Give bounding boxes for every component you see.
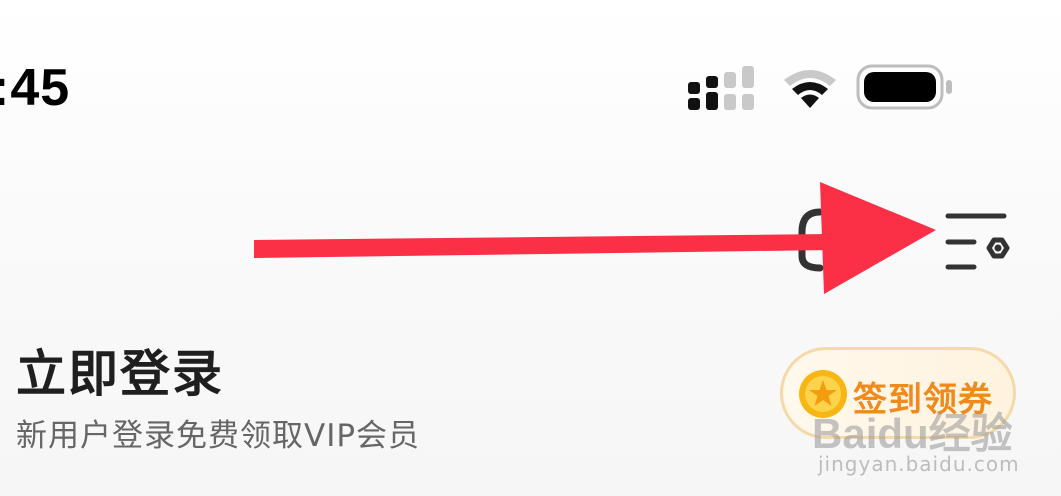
wifi-icon — [784, 70, 836, 108]
signal-icon — [688, 66, 754, 110]
status-time: :45 — [0, 59, 71, 117]
watermark-url: jingyan.baidu.com — [818, 452, 1020, 476]
login-subtitle: 新用户登录免费领取VIP会员 — [16, 418, 421, 454]
battery-icon — [856, 64, 952, 110]
login-title[interactable]: 立即登录 — [16, 334, 224, 406]
annotation-arrow — [254, 182, 936, 294]
